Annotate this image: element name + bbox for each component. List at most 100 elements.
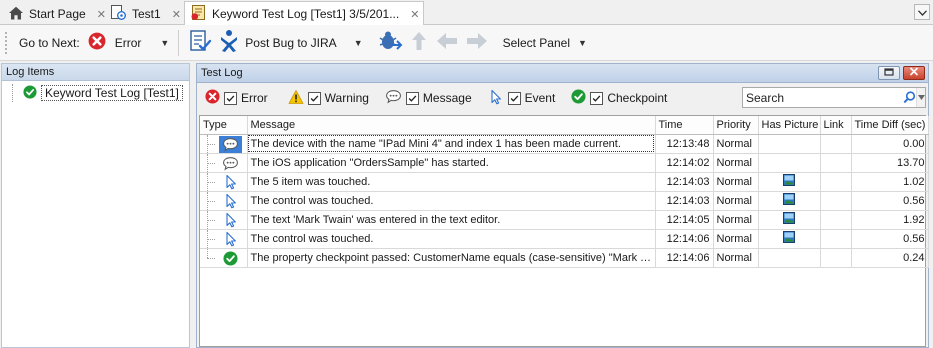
error-icon: [88, 32, 106, 53]
cell-has-picture[interactable]: [758, 172, 821, 192]
picture-icon[interactable]: [783, 196, 795, 208]
cell-link: [820, 210, 852, 230]
select-panel-button[interactable]: Select Panel ▼: [500, 29, 590, 57]
cell-link: [820, 229, 852, 249]
restore-button[interactable]: [878, 66, 900, 80]
tab-test1[interactable]: Test1 ✕: [104, 2, 186, 25]
table-row[interactable]: The control was touched. 12:14:03 Normal 0.…: [200, 191, 929, 211]
tab-list-dropdown[interactable]: [914, 4, 930, 20]
message-icon: [385, 88, 402, 108]
tab-strip: Start Page ✕ Test1 ✕ Keyword Test Log [T…: [0, 0, 933, 26]
warning-icon: [288, 89, 304, 108]
column-header-link[interactable]: Link: [820, 116, 852, 135]
cell-time-diff: 1.92: [851, 210, 929, 230]
table-row[interactable]: The text 'Mark Twain' was entered in the…: [200, 210, 929, 230]
column-header-time-diff[interactable]: Time Diff (sec): [851, 116, 929, 135]
go-to-next-text: Go to Next:: [19, 35, 80, 50]
chevron-down-icon[interactable]: ▼: [354, 38, 363, 48]
column-header-has-picture[interactable]: Has Picture: [758, 116, 821, 135]
close-icon[interactable]: ✕: [410, 8, 419, 21]
toolbar-separator: [178, 29, 180, 56]
filter-event[interactable]: Event: [488, 89, 555, 108]
cell-has-picture[interactable]: [758, 191, 821, 211]
filter-checkpoint[interactable]: Checkpoint: [571, 89, 667, 107]
table-header-row: Type Message Time Priority Has Picture L…: [200, 116, 929, 135]
tab-start-page[interactable]: Start Page ✕: [2, 2, 111, 25]
cell-link: [820, 191, 852, 211]
picture-icon[interactable]: [783, 215, 795, 227]
checklist-icon: [188, 29, 212, 56]
table-row[interactable]: The device with the name "IPad Mini 4" a…: [200, 134, 929, 154]
column-header-time[interactable]: Time: [655, 116, 714, 135]
event-cursor-icon: [219, 212, 242, 229]
column-header-priority[interactable]: Priority: [713, 116, 759, 135]
forward-button[interactable]: [462, 29, 492, 57]
picture-icon[interactable]: [783, 177, 795, 189]
search-dropdown[interactable]: [916, 88, 925, 107]
cell-priority: Normal: [713, 191, 759, 211]
checklist-button[interactable]: [185, 29, 215, 57]
cell-time-diff: 13.70: [851, 153, 929, 173]
table-row[interactable]: The iOS application "OrdersSample" has s…: [200, 153, 929, 173]
search-input[interactable]: [743, 88, 903, 107]
post-bug-label: Post Bug to JIRA: [245, 35, 337, 50]
close-panel-button[interactable]: [903, 66, 925, 80]
debug-button[interactable]: [374, 29, 406, 57]
event-cursor-icon: [219, 174, 242, 191]
error-checkbox[interactable]: [224, 91, 237, 105]
filter-message[interactable]: Message: [385, 88, 472, 108]
filter-error[interactable]: Error: [205, 89, 268, 107]
checkpoint-passed-icon: [23, 85, 37, 102]
back-button[interactable]: [432, 29, 462, 57]
filter-label: Error: [241, 91, 268, 105]
tree-item-keyword-test-log[interactable]: Keyword Test Log [Test1]: [12, 84, 186, 102]
cell-time: 12:14:06: [655, 229, 714, 249]
cell-priority: Normal: [713, 134, 759, 154]
event-cursor-icon: [219, 231, 242, 248]
table-row[interactable]: The property checkpoint passed: Customer…: [200, 248, 929, 268]
checkpoint-checkbox[interactable]: [590, 91, 604, 105]
filter-warning[interactable]: Warning: [288, 89, 369, 108]
tab-keyword-test-log[interactable]: Keyword Test Log [Test1] 3/5/201... ✕: [184, 1, 425, 26]
event-checkbox[interactable]: [507, 91, 521, 105]
cell-has-picture: [758, 153, 821, 173]
go-to-next-error-button[interactable]: Error ▼: [85, 29, 173, 57]
table-row[interactable]: The control was touched. 12:14:06 Normal 0.…: [200, 229, 929, 249]
picture-icon[interactable]: [783, 234, 795, 246]
cell-time: 12:14:05: [655, 210, 714, 230]
cell-has-picture[interactable]: [758, 229, 821, 249]
cell-time-diff: 1.02: [851, 172, 929, 192]
filter-bar: Error Warning Message Event Checkpoint: [197, 83, 928, 113]
tab-label: Test1: [132, 7, 161, 21]
cell-type: [200, 153, 248, 173]
filter-label: Warning: [324, 91, 369, 105]
warning-checkbox[interactable]: [307, 91, 321, 105]
search-box[interactable]: [742, 87, 926, 108]
column-header-message[interactable]: Message: [247, 116, 656, 135]
go-to-parent-button[interactable]: [406, 29, 432, 57]
arrow-left-icon: [435, 31, 459, 54]
column-header-type[interactable]: Type: [200, 116, 248, 135]
search-icon[interactable]: [903, 91, 916, 104]
app-window: Start Page ✕ Test1 ✕ Keyword Test Log [T…: [0, 0, 933, 348]
cell-time-diff: 0.56: [851, 191, 929, 211]
cell-time: 12:14:06: [655, 248, 714, 268]
cell-message: The property checkpoint passed: Customer…: [247, 248, 656, 268]
chevron-down-icon[interactable]: ▼: [160, 38, 169, 48]
tab-label: Keyword Test Log [Test1] 3/5/201...: [212, 7, 400, 21]
cell-priority: Normal: [713, 248, 759, 268]
close-icon[interactable]: ✕: [172, 8, 181, 21]
cell-has-picture[interactable]: [758, 210, 821, 230]
toolbar-grip[interactable]: [4, 30, 8, 55]
filter-label: Checkpoint: [607, 91, 668, 105]
message-icon: [219, 135, 242, 152]
post-bug-to-jira-button[interactable]: Post Bug to JIRA ▼: [215, 29, 365, 57]
table-row[interactable]: The 5 item was touched. 12:14:03 Normal 1.0…: [200, 172, 929, 192]
cell-time: 12:13:48: [655, 134, 714, 154]
message-checkbox[interactable]: [405, 91, 419, 105]
cell-message: The text 'Mark Twain' was entered in the…: [247, 210, 656, 230]
cell-link: [820, 172, 852, 192]
cell-message: The iOS application "OrdersSample" has s…: [247, 153, 656, 173]
filter-label: Message: [422, 91, 472, 105]
test-log-header: Test Log: [197, 64, 928, 83]
